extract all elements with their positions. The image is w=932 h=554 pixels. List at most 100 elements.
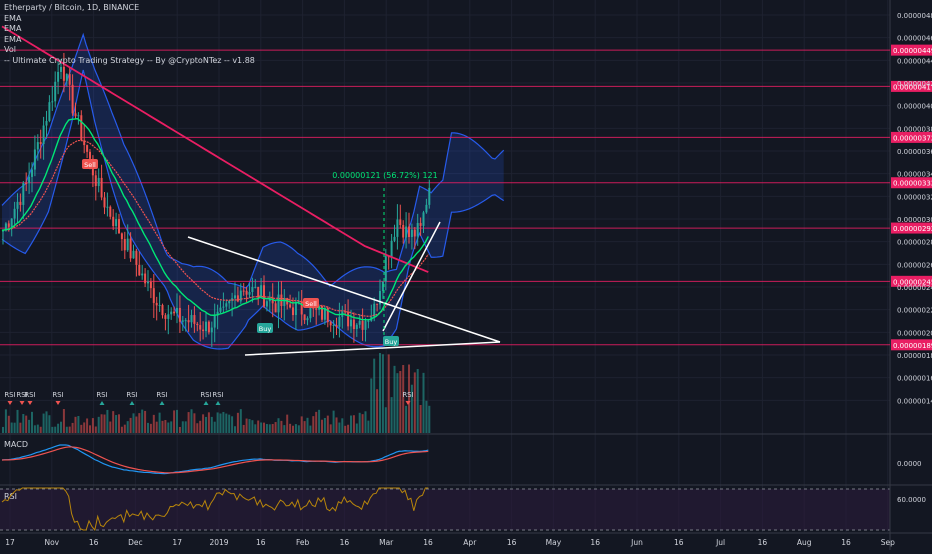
rsi-marker-label: RSI [24,391,35,399]
volume-bar [190,409,193,433]
volume-bar [332,410,335,433]
volume-bar [176,409,178,433]
volume-bar [416,369,419,433]
candle-body [115,219,118,227]
volume-bar [260,422,263,433]
volume-bar [167,422,170,433]
candle-body [207,321,210,333]
candle-body [213,315,216,328]
volume-bar [115,415,118,433]
candle-body [16,201,19,209]
time-axis-tick: Nov [44,538,59,547]
time-axis-tick: 16 [507,538,517,547]
indicator-ema-1[interactable]: EMA [4,14,255,25]
candle-body [245,290,248,295]
volume-bar [399,371,402,433]
volume-bar [248,419,251,433]
indicator-vol[interactable]: Vol [4,45,255,56]
volume-bar [39,426,42,433]
candle-body [25,182,28,184]
candle-body [265,301,268,307]
candle-body [80,115,83,141]
price-axis-tick: 0.00000340 [897,171,932,179]
volume-bar [352,415,355,433]
volume-bar [86,418,89,433]
candle-body [347,311,350,327]
volume-bar [91,418,94,433]
time-axis-tick: May [546,538,562,547]
volume-bar [297,425,300,433]
rsi-marker-label: RSI [4,391,15,399]
candle-body [384,256,387,282]
volume-bar [65,426,68,433]
volume-bar [294,424,297,433]
level-label: 0.00000292 [893,225,932,233]
candle-body [68,74,71,85]
candle-body [42,125,45,145]
volume-bar [425,400,428,433]
volume-bar [364,411,367,433]
candle-body [181,320,184,322]
volume-bar [329,424,332,433]
volume-bar [94,426,97,433]
candle-body [364,321,367,330]
candle-body [419,222,422,226]
candle-body [193,315,196,324]
volume-bar [16,409,19,433]
candle-body [118,219,120,234]
chart-canvas[interactable]: 0.000004490.000004170.000003720.00000332… [0,0,932,550]
indicator-ema-3[interactable]: EMA [4,35,255,46]
volume-bar [239,409,242,433]
candle-body [202,329,205,332]
volume-bar [112,411,115,433]
candle-body [129,238,132,259]
volume-bar [77,416,80,433]
volume-bar [347,424,350,433]
candle-body [234,295,236,299]
volume-bar [71,422,74,433]
candle-body [65,74,68,81]
signal-label: Sell [84,161,96,169]
price-axis-tick: 0.00000460 [897,35,932,43]
candle-body [196,323,199,326]
candle-body [408,226,410,237]
candle-body [393,236,396,241]
volume-bar [373,358,376,433]
signal-label: Buy [259,325,272,333]
price-axis-tick: 0.00000220 [897,307,932,315]
candle-body [413,229,416,237]
time-axis-tick: Aug [797,538,812,547]
volume-bar [309,425,312,433]
candle-body [39,142,42,145]
volume-bar [48,415,51,433]
volume-bar [315,411,318,433]
candle-body [60,66,62,72]
candle-body [132,250,135,259]
candle-body [402,224,405,238]
time-axis-tick: 16 [590,538,600,547]
price-axis-tick: 0.00000380 [897,125,932,133]
candle-body [10,218,13,227]
volume-bar [164,420,167,433]
volume-bar [181,421,184,433]
indicator-strategy[interactable]: -- Ultimate Crypto Trading Strategy -- B… [4,56,255,67]
volume-bar [80,424,83,433]
candle-body [22,182,25,205]
volume-bar [231,416,234,433]
symbol-title[interactable]: Etherparty / Bitcoin, 1D, BINANCE [4,3,255,14]
volume-bar [222,411,225,433]
candle-body [187,320,190,323]
volume-bar [62,409,65,433]
indicator-ema-2[interactable]: EMA [4,24,255,35]
candle-body [86,145,89,152]
time-axis-tick: Dec [128,538,143,547]
signal-label: Buy [385,338,398,346]
candle-body [149,281,152,289]
candle-body [161,305,164,316]
price-axis-tick: 0.00000180 [897,352,932,360]
price-axis-tick: 0.00000420 [897,80,932,88]
chart-legend: Etherparty / Bitcoin, 1D, BINANCE EMA EM… [4,3,255,66]
chart-area[interactable]: 0.00000449 0.00000417 0.00000372 0.00000332… [0,0,932,550]
volume-bar [158,412,161,433]
candle-body [94,175,97,187]
